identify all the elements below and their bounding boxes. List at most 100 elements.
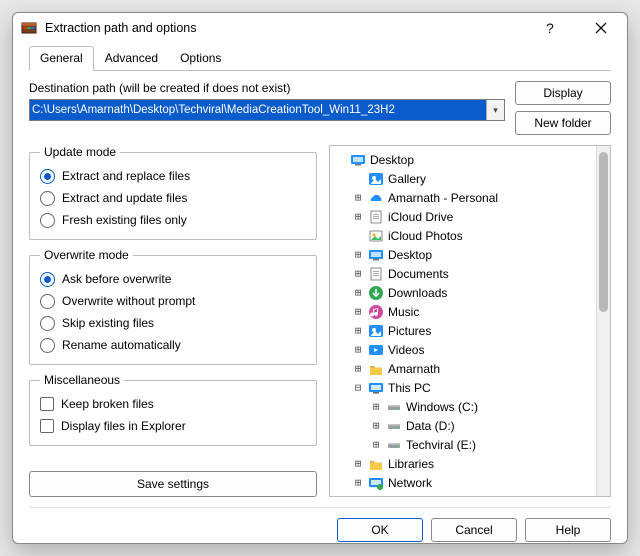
- tree-node[interactable]: ⊞ Documents: [334, 264, 596, 283]
- tree-node[interactable]: ⊞ Windows (C:): [334, 397, 596, 416]
- radio-extract-update[interactable]: Extract and update files: [40, 187, 306, 209]
- display-button[interactable]: Display: [515, 81, 611, 105]
- radio-icon: [40, 272, 55, 287]
- expand-icon[interactable]: ⊞: [352, 458, 364, 470]
- doc-icon: [368, 266, 384, 282]
- tab-general[interactable]: General: [29, 46, 94, 71]
- radio-rename-auto[interactable]: Rename automatically: [40, 334, 306, 356]
- help-button[interactable]: Help: [525, 518, 611, 542]
- folder-tree[interactable]: DesktopGallery⊞Amarnath - Personal⊞iClou…: [330, 146, 596, 496]
- downloads-icon: [368, 285, 384, 301]
- overwrite-mode-group: Overwrite mode Ask before overwrite Over…: [29, 248, 317, 365]
- ok-button[interactable]: OK: [337, 518, 423, 542]
- miscellaneous-group: Miscellaneous Keep broken files Display …: [29, 373, 317, 446]
- check-display-explorer[interactable]: Display files in Explorer: [40, 415, 306, 437]
- tree-node-label: Windows (C:): [406, 401, 478, 413]
- expander-blank: [352, 173, 364, 185]
- expand-icon[interactable]: ⊞: [352, 211, 364, 223]
- app-icon: [21, 20, 37, 36]
- drive-icon: [386, 437, 402, 453]
- tree-node-label: Desktop: [370, 154, 414, 166]
- options-column: Update mode Extract and replace files Ex…: [29, 145, 317, 497]
- new-folder-button[interactable]: New folder: [515, 111, 611, 135]
- tree-node[interactable]: ⊞Data (D:): [334, 416, 596, 435]
- dialog-content: General Advanced Options Destination pat…: [13, 43, 627, 544]
- folder-icon: [368, 456, 384, 472]
- radio-ask-overwrite[interactable]: Ask before overwrite: [40, 268, 306, 290]
- titlebar: Extraction path and options ?: [13, 13, 627, 43]
- dialog-window: Extraction path and options ? General Ad…: [12, 12, 628, 544]
- expand-icon[interactable]: ⊞: [352, 268, 364, 280]
- tree-node[interactable]: ⊞Amarnath - Personal: [334, 188, 596, 207]
- main-columns: Update mode Extract and replace files Ex…: [29, 145, 611, 497]
- videos-icon: [368, 342, 384, 358]
- pictures-icon: [368, 323, 384, 339]
- tree-node[interactable]: ⊞ iCloud Drive: [334, 207, 596, 226]
- tab-options[interactable]: Options: [169, 46, 232, 71]
- expand-icon[interactable]: ⊞: [352, 287, 364, 299]
- expand-icon[interactable]: ⊞: [370, 420, 382, 432]
- tree-node[interactable]: ⊞ Libraries: [334, 454, 596, 473]
- destination-combobox[interactable]: C:\Users\Amarnath\Desktop\Techviral\Medi…: [29, 99, 505, 121]
- help-titlebar-button[interactable]: ?: [527, 13, 571, 43]
- tree-node[interactable]: ⊞Desktop: [334, 245, 596, 264]
- radio-extract-replace[interactable]: Extract and replace files: [40, 165, 306, 187]
- destination-value[interactable]: C:\Users\Amarnath\Desktop\Techviral\Medi…: [30, 100, 486, 120]
- tree-node-label: Amarnath: [388, 363, 440, 375]
- expand-icon[interactable]: ⊞: [352, 306, 364, 318]
- expand-icon[interactable]: ⊞: [352, 477, 364, 489]
- radio-overwrite-no-prompt[interactable]: Overwrite without prompt: [40, 290, 306, 312]
- expand-icon[interactable]: ⊞: [352, 249, 364, 261]
- doc-icon: [368, 209, 384, 225]
- destination-label: Destination path (will be created if doe…: [29, 81, 505, 95]
- radio-skip-existing[interactable]: Skip existing files: [40, 312, 306, 334]
- folder-icon: [368, 361, 384, 377]
- tab-advanced[interactable]: Advanced: [94, 46, 169, 71]
- tree-node[interactable]: ⊞Pictures: [334, 321, 596, 340]
- close-button[interactable]: [579, 13, 623, 43]
- scrollbar-thumb[interactable]: [599, 152, 608, 312]
- tree-node-label: Documents: [388, 268, 449, 280]
- expand-icon[interactable]: ⊞: [370, 401, 382, 413]
- cancel-button[interactable]: Cancel: [431, 518, 517, 542]
- tree-node-label: Music: [388, 306, 419, 318]
- tree-node[interactable]: ⊞Videos: [334, 340, 596, 359]
- check-keep-broken[interactable]: Keep broken files: [40, 393, 306, 415]
- expand-icon[interactable]: ⊞: [352, 363, 364, 375]
- tree-node[interactable]: ⊞Downloads: [334, 283, 596, 302]
- tree-node[interactable]: iCloud Photos: [334, 226, 596, 245]
- photos-icon: [368, 228, 384, 244]
- expand-icon[interactable]: ⊞: [370, 439, 382, 451]
- expander-blank: [352, 230, 364, 242]
- expand-icon[interactable]: ⊞: [352, 344, 364, 356]
- drive-icon: [386, 399, 402, 415]
- tree-node[interactable]: ⊞ Network: [334, 473, 596, 492]
- window-title: Extraction path and options: [45, 21, 519, 35]
- expand-icon[interactable]: ⊞: [352, 325, 364, 337]
- checkbox-icon: [40, 419, 54, 433]
- tree-node-label: Libraries: [388, 458, 434, 470]
- radio-fresh-only[interactable]: Fresh existing files only: [40, 209, 306, 231]
- tree-node[interactable]: Gallery: [334, 169, 596, 188]
- onedrive-icon: [368, 190, 384, 206]
- tree-node[interactable]: ⊟ This PC: [334, 378, 596, 397]
- checkbox-icon: [40, 397, 54, 411]
- music-icon: [368, 304, 384, 320]
- chevron-down-icon[interactable]: ▾: [486, 100, 504, 120]
- tree-node[interactable]: ⊞ Amarnath: [334, 359, 596, 378]
- expand-icon[interactable]: ⊞: [352, 192, 364, 204]
- collapse-icon[interactable]: ⊟: [352, 382, 364, 394]
- tree-node-label: iCloud Drive: [388, 211, 453, 223]
- tree-node[interactable]: ⊞ Music: [334, 302, 596, 321]
- tree-node-label: This PC: [388, 382, 431, 394]
- svg-text:?: ?: [546, 21, 554, 35]
- drive-icon: [386, 418, 402, 434]
- pc-icon: [368, 380, 384, 396]
- tree-node[interactable]: ⊞Techviral (E:): [334, 435, 596, 454]
- radio-icon: [40, 213, 55, 228]
- vertical-scrollbar[interactable]: [596, 146, 610, 496]
- dialog-footer: OK Cancel Help: [29, 507, 611, 542]
- save-settings-button[interactable]: Save settings: [29, 471, 317, 497]
- tree-node-label: Network: [388, 477, 432, 489]
- tree-node[interactable]: Desktop: [334, 150, 596, 169]
